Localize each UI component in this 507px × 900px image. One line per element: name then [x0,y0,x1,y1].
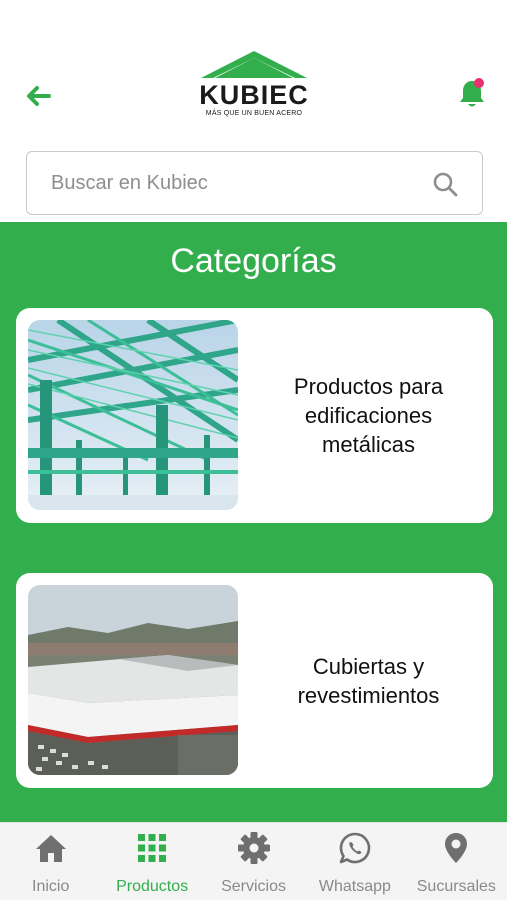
bottom-navigation: Inicio Productos Servicios Whatsapp Sucu… [0,822,507,900]
category-label: Cubiertas y revestimientos [297,653,440,708]
search-icon[interactable] [432,171,458,197]
category-label: Productos para edificaciones metálicas [293,374,444,457]
warehouse-image [28,585,238,775]
category-card-roofing[interactable]: Cubiertas y revestimientos [16,573,493,788]
nav-item-sucursales[interactable]: Sucursales [406,823,507,900]
home-icon [35,835,66,862]
categories-section: Categorías Productos para edificaciones … [0,222,507,822]
nav-label: Servicios [221,878,286,895]
whatsapp-icon [339,832,371,864]
header: KUBIEC MÁS QUE UN BUEN ACERO [0,0,507,150]
steel-structure-image [28,320,238,510]
nav-label: Sucursales [416,878,496,895]
category-card-steel-buildings[interactable]: Productos para edificaciones metálicas [16,308,493,523]
bell-icon[interactable] [456,76,488,110]
search-bar[interactable] [26,151,483,215]
logo-wordmark: KUBIEC [199,80,309,110]
arrow-left-icon[interactable] [22,80,54,112]
gear-icon [237,832,270,864]
nav-item-whatsapp[interactable]: Whatsapp [304,823,405,900]
categories-title: Categorías [170,242,337,280]
nav-label: Whatsapp [318,878,391,895]
search-input[interactable] [51,166,421,200]
nav-item-inicio[interactable]: Inicio [0,823,101,900]
logo-tagline: MÁS QUE UN BUEN ACERO [205,110,303,117]
nav-item-servicios[interactable]: Servicios [203,823,304,900]
grid-icon [138,834,167,862]
nav-item-productos[interactable]: Productos [101,823,202,900]
app-screen: KUBIEC MÁS QUE UN BUEN ACERO Categorías [0,0,507,900]
logo-roof-icon [201,51,307,78]
kubiec-logo: KUBIEC MÁS QUE UN BUEN ACERO [195,48,313,120]
location-pin-icon [445,833,468,863]
nav-label: Inicio [32,878,70,895]
nav-label: Productos [116,878,189,895]
notification-dot [474,78,484,88]
